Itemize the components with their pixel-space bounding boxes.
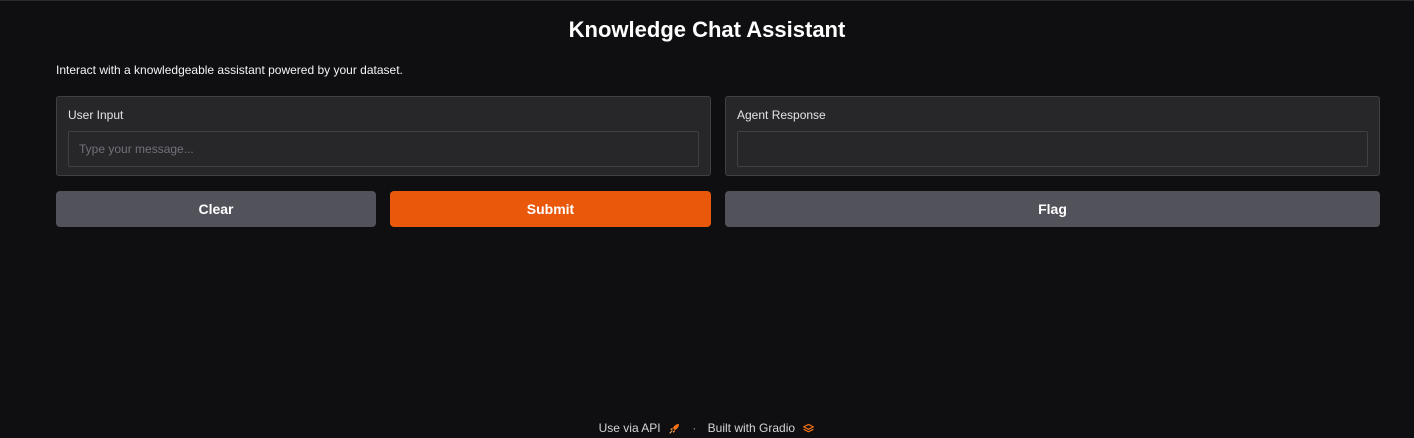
gradio-logo-icon bbox=[803, 423, 815, 433]
footer-separator: · bbox=[692, 420, 697, 435]
built-with-gradio-label: Built with Gradio bbox=[707, 421, 796, 436]
submit-button[interactable]: Submit bbox=[390, 191, 711, 227]
use-via-api-link[interactable]: Use via API bbox=[599, 420, 681, 435]
page-description: Interact with a knowledgeable assistant … bbox=[56, 63, 403, 77]
use-via-api-label: Use via API bbox=[598, 421, 661, 436]
agent-response-field[interactable] bbox=[737, 131, 1368, 167]
user-input-field[interactable] bbox=[68, 131, 699, 167]
user-input-label: User Input bbox=[68, 108, 124, 122]
agent-response-panel: Agent Response bbox=[725, 96, 1380, 176]
agent-response-label: Agent Response bbox=[737, 108, 826, 122]
clear-button[interactable]: Clear bbox=[56, 191, 376, 227]
page-title: Knowledge Chat Assistant bbox=[568, 17, 846, 42]
footer: Use via API · Built with Gradio bbox=[0, 420, 1414, 435]
app-page: Knowledge Chat Assistant Interact with a… bbox=[0, 0, 1414, 438]
flag-button[interactable]: Flag bbox=[725, 191, 1380, 227]
rocket-icon bbox=[669, 423, 679, 434]
user-input-panel: User Input bbox=[56, 96, 711, 176]
built-with-gradio-link[interactable]: Built with Gradio bbox=[708, 420, 816, 435]
